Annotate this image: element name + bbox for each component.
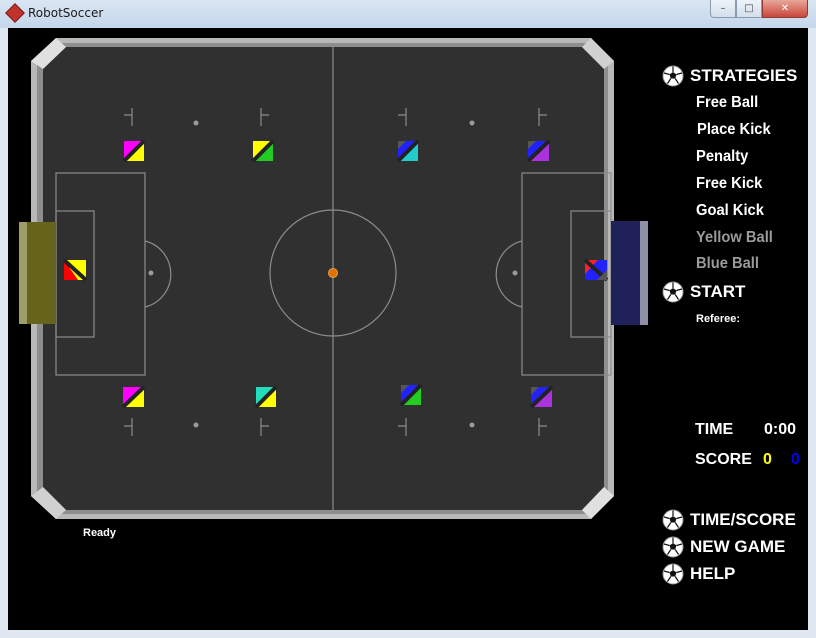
time-score-button[interactable]: TIME/SCORE — [662, 509, 796, 531]
pitch — [43, 47, 604, 510]
new-game-button[interactable]: NEW GAME — [662, 536, 785, 558]
soccer-ball-icon — [662, 281, 684, 303]
client-area: STRATEGIES Free Ball Place Kick Penalty … — [8, 28, 808, 630]
freeball-spot — [469, 120, 475, 126]
robot-yellow[interactable] — [122, 139, 146, 163]
freeball-spot — [193, 422, 199, 428]
status-text: Ready — [83, 527, 117, 539]
robot-yellow[interactable] — [254, 385, 278, 409]
strategies-label: STRATEGIES — [690, 66, 798, 85]
robot-yellow[interactable] — [62, 258, 88, 282]
minimize-button[interactable]: – — [710, 0, 736, 18]
score-blue: 0 — [791, 451, 800, 468]
soccer-field[interactable] — [8, 28, 648, 528]
start-button[interactable]: START — [662, 281, 745, 303]
robot-blue[interactable] — [526, 139, 551, 163]
soccer-ball[interactable] — [328, 268, 338, 278]
robot-yellow[interactable] — [121, 385, 146, 409]
penalty-spot — [148, 270, 154, 276]
freeball-spot — [193, 120, 199, 126]
robot-blue[interactable] — [396, 139, 420, 163]
start-label: START — [690, 282, 746, 301]
app-icon — [5, 3, 25, 23]
close-button[interactable]: ✕ — [762, 0, 808, 18]
help-label: HELP — [690, 564, 736, 583]
help-button[interactable]: HELP — [662, 563, 735, 585]
score-label: SCORE — [695, 451, 752, 468]
freeball-spot — [469, 422, 475, 428]
strategies-header[interactable]: STRATEGIES — [662, 65, 797, 87]
window-title: RobotSoccer — [28, 6, 104, 20]
robot-blue[interactable] — [529, 385, 554, 409]
blue-goal — [611, 221, 642, 325]
robot-blue[interactable] — [583, 258, 609, 282]
soccer-ball-icon — [662, 509, 684, 531]
menu-free-kick[interactable]: Free Kick — [696, 175, 762, 193]
referee-label: Referee: — [696, 313, 741, 325]
menu-place-kick[interactable]: Place Kick — [697, 121, 771, 139]
score-yellow: 0 — [763, 451, 772, 468]
menu-goal-kick[interactable]: Goal Kick — [696, 202, 764, 220]
menu-yellow-ball[interactable]: Yellow Ball — [696, 229, 773, 247]
soccer-ball-icon — [662, 563, 684, 585]
title-bar: RobotSoccer – □ ✕ — [0, 0, 816, 28]
menu-penalty[interactable]: Penalty — [696, 148, 748, 166]
penalty-spot — [512, 270, 518, 276]
yellow-goal — [27, 222, 56, 324]
menu-blue-ball[interactable]: Blue Ball — [696, 255, 759, 273]
time-label: TIME — [695, 421, 734, 438]
blue-goal-post — [640, 221, 648, 325]
soccer-ball-icon — [662, 536, 684, 558]
new-game-label: NEW GAME — [690, 537, 786, 556]
maximize-button[interactable]: □ — [736, 0, 762, 18]
robot-blue[interactable] — [399, 383, 423, 407]
menu-free-ball[interactable]: Free Ball — [696, 94, 758, 112]
time-value: 0:00 — [764, 421, 797, 438]
soccer-ball-icon — [662, 65, 684, 87]
yellow-goal-post — [19, 222, 27, 324]
window-controls: – □ ✕ — [710, 0, 808, 20]
robot-yellow[interactable] — [251, 139, 275, 163]
time-score-label: TIME/SCORE — [690, 510, 796, 529]
